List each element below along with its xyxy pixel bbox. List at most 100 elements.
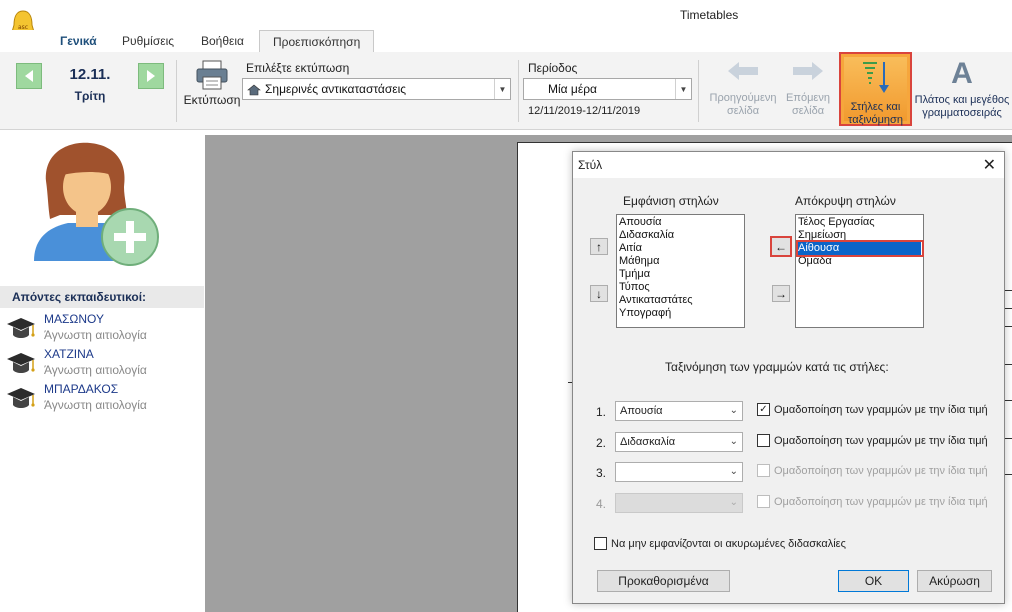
chevron-down-icon: ⌄	[729, 466, 738, 477]
move-down-button[interactable]: ↓	[590, 285, 608, 302]
letter-a-icon: A	[951, 57, 973, 90]
list-item[interactable]: Τύπος	[619, 281, 742, 294]
left-panel: Απόντες εκπαιδευτικοί: ΜΑΣΩΝΟΥ Άγνωστη α…	[0, 131, 204, 612]
page-rule	[1005, 400, 1012, 401]
list-item[interactable]: Απουσία	[619, 216, 742, 229]
style-dialog: Στύλ ✕ Εμφάνιση στηλών Απόκρυψη στηλών Α…	[572, 151, 1005, 604]
group-label: Ομαδοποίηση των γραμμών με την ίδια τιμή	[774, 464, 988, 477]
list-item[interactable]: Τέλος Εργασίας	[798, 216, 921, 229]
selection-highlight	[796, 240, 924, 257]
hidden-columns-list[interactable]: Τέλος Εργασίας Σημείωση Αίθουσα Ομάδα	[795, 214, 924, 328]
sort-column-select-2[interactable]: Διδασκαλία ⌄	[615, 432, 743, 452]
dialog-title-bar: Στύλ ✕	[573, 152, 1004, 178]
chevron-down-icon[interactable]: ▼	[494, 79, 510, 99]
sort-column-select-1[interactable]: Απουσία ⌄	[615, 401, 743, 421]
group-same-value-checkbox-2[interactable]: Ομαδοποίηση των γραμμών με την ίδια τιμή	[757, 434, 988, 447]
ok-button[interactable]: OK	[838, 570, 909, 592]
period-range: 12/11/2019-12/11/2019	[528, 105, 641, 117]
chevron-down-icon[interactable]: ▼	[675, 79, 691, 99]
columns-sort-line2: ταξινόμηση	[848, 114, 903, 126]
print-button[interactable]: Εκτύπωση	[182, 58, 242, 120]
close-icon[interactable]: ✕	[983, 155, 996, 175]
list-item[interactable]: Τμήμα	[619, 268, 742, 281]
move-up-button[interactable]: ↑	[590, 238, 608, 255]
sort-columns-icon	[862, 62, 889, 93]
tab-settings[interactable]: Ρυθμίσεις	[122, 34, 174, 48]
tab-preview[interactable]: Προεπισκόπηση	[259, 30, 375, 54]
print-label: Εκτύπωση	[183, 93, 241, 107]
group-same-value-checkbox-4: Ομαδοποίηση των γραμμών με την ίδια τιμή	[757, 495, 988, 508]
next-day-button[interactable]	[138, 63, 164, 89]
teacher-name: ΜΑΣΩΝΟΥ	[44, 312, 105, 326]
teacher-list-item[interactable]: ΧΑΤΖΙΝΑ Άγνωστη αιτιολογία	[6, 347, 196, 381]
teacher-name: ΧΑΤΖΙΝΑ	[44, 347, 94, 361]
sort-column-select-4: ⌄	[615, 493, 743, 513]
page-rule	[1005, 326, 1012, 327]
teacher-list-item[interactable]: ΜΠΑΡΔΑΚΟΣ Άγνωστη αιτιολογία	[6, 382, 196, 416]
page-rule	[1005, 438, 1012, 439]
list-item[interactable]: Αντικαταστάτες	[619, 294, 742, 307]
window-title: Timetables	[680, 8, 739, 22]
font-size-button[interactable]: A Πλάτος και μεγέθος γραμματοσειράς	[912, 58, 1012, 120]
font-size-line2: γραμματοσειράς	[922, 107, 1002, 119]
teacher-list-item[interactable]: ΜΑΣΩΝΟΥ Άγνωστη αιτιολογία	[6, 312, 196, 346]
page-rule	[1005, 364, 1012, 365]
sort-column-select-3[interactable]: ⌄	[615, 462, 743, 482]
hide-cancelled-checkbox[interactable]: Να μην εμφανίζονται οι ακυρωμένες διδασκ…	[594, 537, 846, 550]
list-item[interactable]: Υπογραφή	[619, 307, 742, 320]
group-label: Ομαδοποίηση των γραμμών με την ίδια τιμή	[774, 434, 988, 447]
graduation-cap-icon	[7, 318, 35, 338]
absent-teachers-header: Απόντες εκπαιδευτικοί:	[0, 286, 204, 308]
checkbox-unchecked[interactable]	[594, 537, 607, 550]
columns-sort-button[interactable]: Στήλες και ταξινόμηση	[839, 52, 912, 126]
font-size-line1: Πλάτος και μεγέθος	[914, 94, 1010, 106]
shown-columns-label: Εμφάνιση στηλών	[623, 194, 719, 208]
menu-tabs: Γενικά Ρυθμίσεις Βοήθεια Προεπισκόπηση	[0, 30, 1012, 54]
house-icon	[247, 84, 261, 96]
cancel-button[interactable]: Ακύρωση	[917, 570, 992, 592]
group-same-value-checkbox-1[interactable]: ✓ Ομαδοποίηση των γραμμών με την ίδια τι…	[757, 403, 988, 416]
sort-row-number: 4.	[596, 497, 607, 511]
tab-general[interactable]: Γενικά	[60, 34, 97, 48]
arrow-right-icon	[793, 62, 823, 80]
previous-page-button[interactable]: Προηγούμενη σελίδα	[703, 60, 783, 118]
list-item[interactable]: Διδασκαλία	[619, 229, 742, 242]
tab-help[interactable]: Βοήθεια	[201, 34, 244, 48]
chevron-down-icon: ⌄	[729, 405, 738, 416]
separator	[518, 60, 519, 122]
next-page-line1: Επόμενη	[786, 92, 830, 104]
period-label: Περίοδος	[528, 61, 578, 75]
period-select[interactable]: Μία μέρα ▼	[523, 78, 692, 100]
next-page-button[interactable]: Επόμενη σελίδα	[782, 60, 834, 118]
sort-row-number: 3.	[596, 466, 607, 480]
checkbox-unchecked	[757, 495, 770, 508]
list-item[interactable]: Μάθημα	[619, 255, 742, 268]
sort-column-value: Απουσία	[620, 405, 663, 417]
chevron-down-icon: ⌄	[729, 436, 738, 447]
arrow-left-icon	[728, 62, 758, 80]
previous-day-button[interactable]	[16, 63, 42, 89]
previous-page-line2: σελίδα	[726, 105, 760, 117]
teacher-reason: Άγνωστη αιτιολογία	[44, 398, 147, 412]
title-bar: asc Timetables	[0, 0, 1012, 40]
hide-cancelled-label: Να μην εμφανίζονται οι ακυρωμένες διδασκ…	[611, 537, 846, 550]
separator	[698, 60, 699, 122]
previous-page-line1: Προηγούμενη	[709, 92, 777, 104]
triangle-left-icon	[25, 70, 33, 82]
show-column-button[interactable]: ←	[770, 236, 792, 257]
triangle-right-icon	[147, 70, 155, 82]
page-rule	[1005, 308, 1012, 309]
chevron-down-icon: ⌄	[729, 497, 738, 508]
checkbox-checked[interactable]: ✓	[757, 403, 770, 416]
checkbox-unchecked[interactable]	[757, 434, 770, 447]
shown-columns-list[interactable]: Απουσία Διδασκαλία Αιτία Μάθημα Τμήμα Τύ…	[616, 214, 745, 328]
hide-column-button[interactable]: →	[772, 285, 790, 302]
defaults-button[interactable]: Προκαθορισμένα	[597, 570, 730, 592]
add-teacher-avatar-icon[interactable]	[30, 137, 162, 267]
next-page-line2: σελίδα	[791, 105, 825, 117]
group-same-value-checkbox-3: Ομαδοποίηση των γραμμών με την ίδια τιμή	[757, 464, 988, 477]
print-select[interactable]: Σημερινές αντικαταστάσεις ▼	[242, 78, 511, 100]
page-rule	[1005, 474, 1012, 475]
columns-sort-line1: Στήλες και	[850, 101, 901, 113]
list-item[interactable]: Αιτία	[619, 242, 742, 255]
